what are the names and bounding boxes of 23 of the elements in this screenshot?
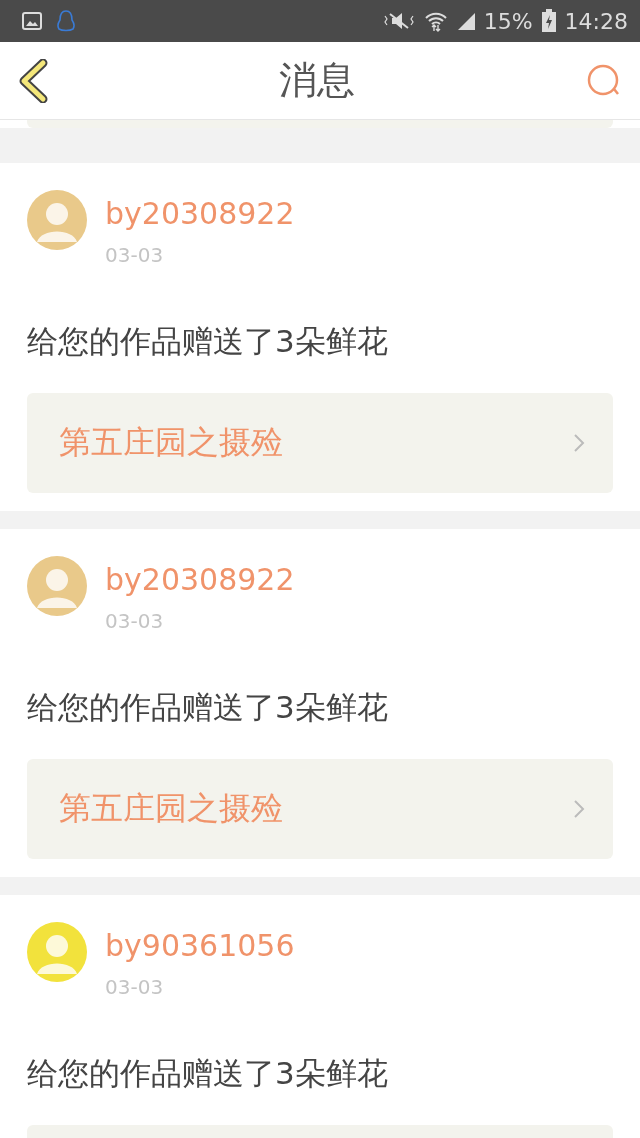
username[interactable]: by20308922 (105, 196, 295, 232)
page-title: 消息 (279, 57, 355, 104)
back-icon[interactable] (18, 58, 48, 103)
avatar[interactable] (27, 190, 87, 250)
message-date: 03-03 (105, 242, 165, 268)
message-text: 给您的作品赠送了3朵鲜花 (27, 1054, 389, 1093)
username[interactable]: by20308922 (105, 562, 295, 598)
message-text: 给您的作品赠送了3朵鲜花 (27, 688, 389, 727)
wifi-icon (423, 10, 448, 32)
message-date: 03-03 (105, 974, 165, 1000)
work-link[interactable]: 第五庄园之摄殓 (27, 759, 613, 859)
clock: 14:28 (564, 8, 628, 34)
username[interactable]: by90361056 (105, 928, 295, 964)
message-date: 03-03 (105, 608, 165, 634)
image-icon (22, 12, 42, 30)
avatar[interactable] (27, 556, 87, 616)
message-text: 给您的作品赠送了3朵鲜花 (27, 322, 389, 361)
avatar[interactable] (27, 922, 87, 982)
battery-icon (540, 9, 557, 33)
chevron-icon (573, 799, 585, 819)
chevron-icon (573, 433, 585, 453)
work-link[interactable]: 第五庄园之摄殓 (27, 393, 613, 493)
battery-percent: 15% (483, 8, 533, 34)
